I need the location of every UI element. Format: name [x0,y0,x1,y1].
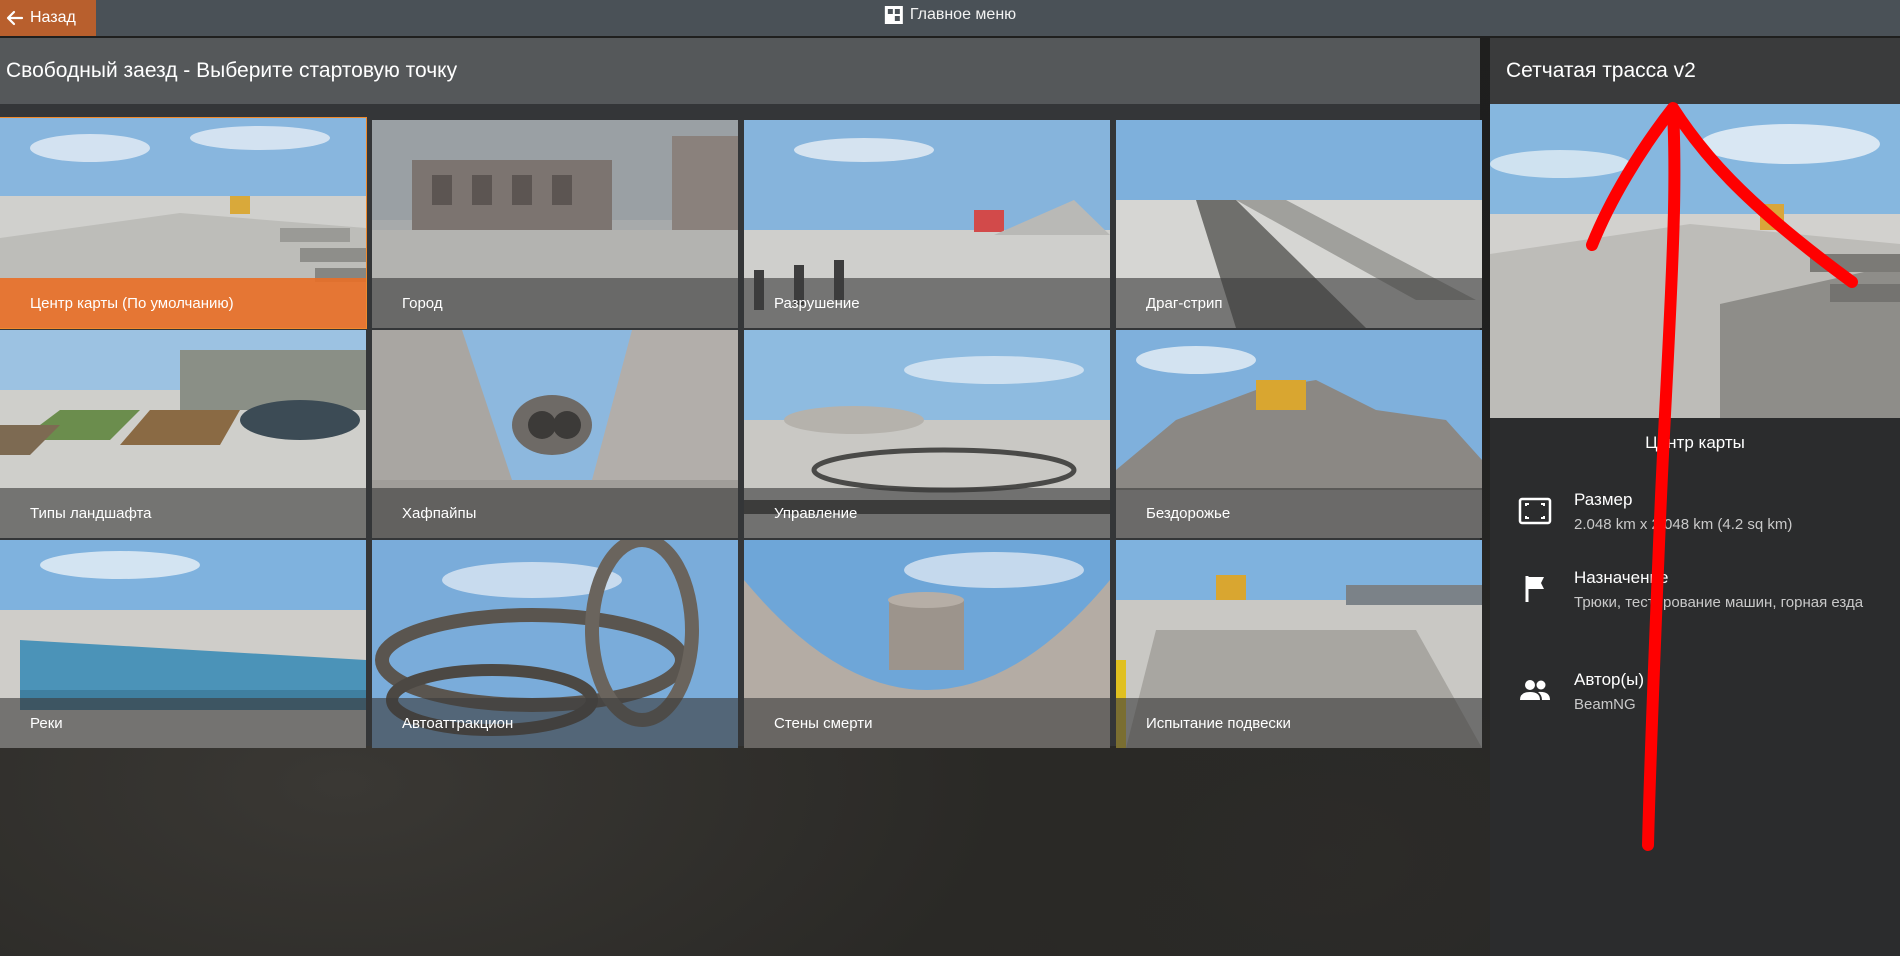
spawn-tile-destruction[interactable]: Разрушение [744,120,1110,328]
spawn-tile-rivers[interactable]: Реки [0,540,366,748]
back-button-label: Назад [30,9,76,26]
level-preview-image [1490,104,1900,418]
flag-icon [1525,576,1544,602]
purpose-value: Трюки, тестирование машин, горная езда [1574,594,1864,611]
level-info-panel: Сетчатая трасса v2 Центр карты Размер 2.… [1490,38,1900,956]
tile-label: Город [372,278,738,328]
authors-value: BeamNG [1574,696,1636,713]
spawn-tile-walls-of-death[interactable]: Стены смерти [744,540,1110,748]
back-button[interactable]: Назад [0,0,96,36]
size-title: Размер [1574,490,1633,509]
authors-info: Автор(ы) BeamNG [1518,670,1874,716]
spawn-tile-city[interactable]: Город [372,120,738,328]
authors-title: Автор(ы) [1574,670,1645,689]
preview-caption: Центр карты [1645,433,1745,452]
spawn-tile-terrain-types[interactable]: Типы ландшафта [0,330,366,538]
spawn-tile-halfpipes[interactable]: Хафпайпы [372,330,738,538]
purpose-info: Назначение Трюки, тестирование машин, го… [1518,568,1874,614]
tile-label: Автоаттракцион [372,698,738,748]
spawn-tile-offroad[interactable]: Бездорожье [1116,330,1482,538]
tile-label: Типы ландшафта [0,488,366,538]
tile-label: Разрушение [744,278,1110,328]
page-title: Свободный заезд - Выберите стартовую точ… [0,38,1480,104]
menu-grid-icon [884,6,903,24]
tile-label: Стены смерти [744,698,1110,748]
tile-label: Драг-стрип [1116,278,1482,328]
purpose-title: Назначение [1574,568,1669,587]
level-title: Сетчатая трасса v2 [1490,38,1900,104]
spawn-tile-handling[interactable]: Управление [744,330,1110,538]
spawn-point-grid: Центр карты (По умолчанию) Город Разруше… [0,104,1482,748]
main-menu-label: Главное меню [909,6,1017,23]
spawn-tile-suspension-test[interactable]: Испытание подвески [1116,540,1482,748]
tile-label: Центр карты (По умолчанию) [0,278,366,328]
map-size-icon [1518,497,1552,525]
size-info: Размер 2.048 km x 2.048 km (4.2 sq km) [1518,490,1874,536]
tile-label: Реки [0,698,366,748]
spawn-tile-map-center[interactable]: Центр карты (По умолчанию) [0,117,367,329]
tile-label: Хафпайпы [372,488,738,538]
tile-label: Управление [744,488,1110,538]
spawn-tile-amusement-ride[interactable]: Автоаттракцион [372,540,738,748]
main-menu-button[interactable]: Главное меню [884,0,1016,30]
top-bar: Назад Главное меню [0,0,1900,36]
spawn-tile-drag-strip[interactable]: Драг-стрип [1116,120,1482,328]
tile-label: Испытание подвески [1116,698,1482,748]
tile-label: Бездорожье [1116,488,1482,538]
people-icon [1520,680,1550,700]
arrow-left-icon [6,10,24,26]
size-value: 2.048 km x 2.048 km (4.2 sq km) [1574,516,1793,533]
